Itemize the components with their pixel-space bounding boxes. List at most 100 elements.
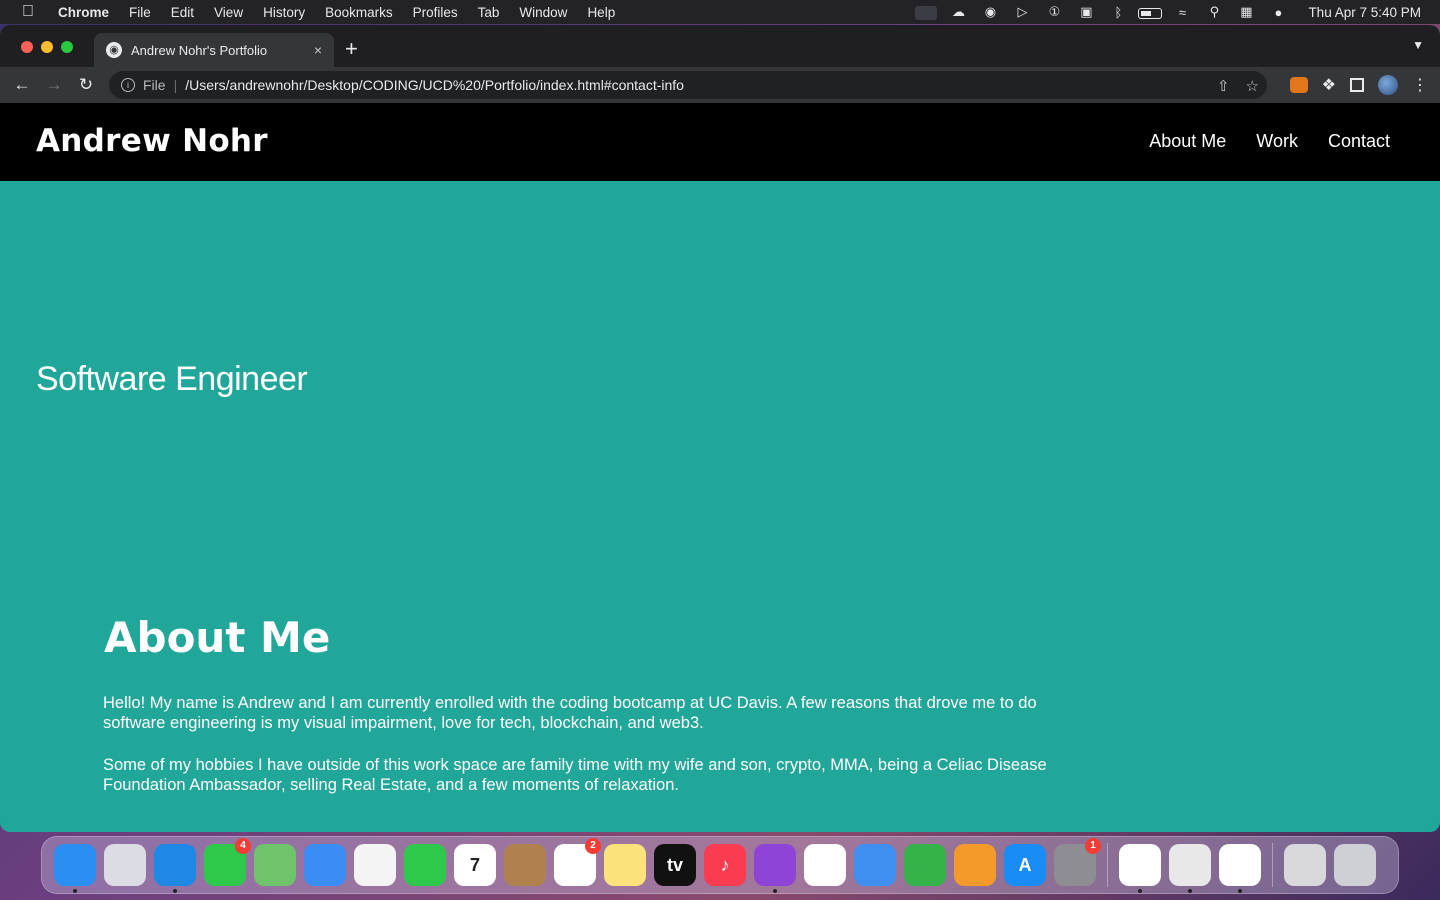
safari-icon[interactable]	[154, 844, 196, 893]
extensions-area: ❖ ⋮	[1289, 75, 1428, 95]
calendar-icon[interactable]: 7	[454, 844, 496, 886]
menu-edit[interactable]: Edit	[161, 5, 204, 20]
system-preferences-icon[interactable]: 1	[1054, 838, 1101, 886]
wifi-icon[interactable]: ≈	[1166, 5, 1198, 20]
scheme-separator: |	[173, 77, 178, 93]
about-paragraph-1: Hello! My name is Andrew and I am curren…	[103, 694, 1037, 732]
close-window-button[interactable]	[21, 41, 33, 53]
siri-icon[interactable]: ●	[1262, 5, 1294, 20]
spotify-icon[interactable]: ◉	[974, 4, 1006, 20]
tab-title: Andrew Nohr's Portfolio	[131, 42, 268, 58]
menu-window[interactable]: Window	[509, 5, 577, 20]
contacts-icon[interactable]	[504, 844, 546, 886]
chrome-window: ◉ Andrew Nohr's Portfolio × + ▼ ← → ↻ i …	[0, 25, 1440, 832]
minimize-window-button[interactable]	[41, 41, 53, 53]
omnibox-actions: ⇧ ☆	[1217, 77, 1259, 95]
more-menu-icon[interactable]: ⋮	[1412, 75, 1428, 95]
calendar-label: 7	[469, 854, 480, 875]
play-icon[interactable]: ▷	[1006, 4, 1038, 20]
hero-title: Software Engineer	[36, 360, 308, 398]
numbers-icon[interactable]	[904, 844, 946, 886]
creative-cloud-icon[interactable]: ☁	[942, 4, 974, 20]
scheme-label: File	[143, 77, 166, 93]
nav-work-link[interactable]: Work	[1256, 131, 1298, 152]
address-bar[interactable]: i File | /Users/andrewnohr/Desktop/CODIN…	[109, 71, 1267, 99]
macos-dock: 4 7 2 tv ♪ A 1	[41, 836, 1399, 894]
about-heading: About Me	[104, 613, 331, 662]
tv-icon[interactable]: tv	[654, 844, 696, 886]
running-indicator	[73, 889, 77, 893]
facetime-icon[interactable]	[404, 844, 446, 886]
maps-icon[interactable]	[254, 844, 296, 886]
menu-file[interactable]: File	[119, 5, 161, 20]
menu-profiles[interactable]: Profiles	[403, 5, 468, 20]
tab-search-chevron-icon[interactable]: ▼	[1412, 38, 1424, 52]
back-arrow-icon[interactable]: ←	[6, 75, 38, 95]
metamask-fox-icon[interactable]	[1289, 77, 1308, 93]
url-text[interactable]: /Users/andrewnohr/Desktop/CODING/UCD%20/…	[185, 77, 684, 93]
music-icon[interactable]: ♪	[704, 844, 746, 886]
mail-icon[interactable]	[304, 844, 346, 886]
screen-record-icon[interactable]	[910, 4, 942, 20]
apple-menu-icon[interactable]: 	[0, 3, 56, 21]
dock-separator	[1107, 843, 1108, 887]
menu-app-chrome[interactable]: Chrome	[56, 5, 119, 20]
spotlight-search-icon[interactable]: ⚲	[1198, 4, 1230, 20]
extensions-puzzle-icon[interactable]: ❖	[1322, 75, 1336, 95]
status-area: ☁ ◉ ▷ ① ▣ ᛒ ≈ ⚲ ▦ ● Thu Apr 7 5:40 PM	[910, 0, 1440, 24]
vscode-icon[interactable]	[1219, 844, 1261, 893]
notes-icon[interactable]	[604, 844, 646, 886]
browser-toolbar: ← → ↻ i File | /Users/andrewnohr/Desktop…	[0, 67, 1440, 103]
menu-view[interactable]: View	[204, 5, 253, 20]
site-brand[interactable]: Andrew Nohr	[36, 123, 268, 159]
notification-badge: 2	[585, 838, 601, 854]
keynote-icon[interactable]	[854, 844, 896, 886]
battery-icon[interactable]	[1134, 5, 1166, 20]
new-tab-button[interactable]: +	[345, 37, 358, 61]
menu-tab[interactable]: Tab	[468, 5, 510, 20]
one-password-icon[interactable]: ①	[1038, 4, 1070, 20]
tab-close-icon[interactable]: ×	[314, 42, 322, 58]
running-indicator	[1238, 889, 1242, 893]
running-indicator	[1188, 889, 1192, 893]
control-center-icon[interactable]: ▦	[1230, 4, 1262, 20]
bookmark-star-icon[interactable]: ☆	[1246, 77, 1259, 95]
photos-icon[interactable]	[354, 844, 396, 886]
reminders-icon[interactable]: 2	[554, 838, 601, 886]
chrome-icon[interactable]	[1169, 844, 1211, 893]
launchpad-icon[interactable]	[104, 844, 146, 886]
messages-icon[interactable]: 4	[204, 838, 251, 886]
docs-folder-icon[interactable]	[1284, 844, 1326, 886]
menu-history[interactable]: History	[253, 5, 315, 20]
running-indicator	[173, 889, 177, 893]
profile-avatar-icon[interactable]	[1378, 75, 1398, 95]
app-store-icon[interactable]: A	[1004, 844, 1046, 886]
finder-icon[interactable]	[54, 844, 96, 893]
nav-contact-link[interactable]: Contact	[1328, 131, 1390, 152]
side-panel-icon[interactable]	[1350, 78, 1364, 92]
forward-arrow-icon[interactable]: →	[38, 75, 70, 95]
fullscreen-window-button[interactable]	[61, 41, 73, 53]
site-header: Andrew Nohr About Me Work Contact	[0, 103, 1440, 181]
menu-help[interactable]: Help	[577, 5, 625, 20]
reload-icon[interactable]: ↻	[70, 75, 102, 95]
share-icon[interactable]: ⇧	[1217, 77, 1230, 95]
running-indicator	[1138, 889, 1142, 893]
dock-separator	[1272, 843, 1273, 887]
display-icon[interactable]: ▣	[1070, 4, 1102, 20]
slack-icon[interactable]	[1119, 844, 1161, 893]
globe-icon: ◉	[106, 42, 122, 58]
tab-portfolio[interactable]: ◉ Andrew Nohr's Portfolio ×	[94, 33, 334, 67]
trash-icon[interactable]	[1334, 844, 1376, 886]
menubar-clock[interactable]: Thu Apr 7 5:40 PM	[1294, 5, 1440, 20]
pages-icon[interactable]	[954, 844, 996, 886]
news-icon[interactable]	[804, 844, 846, 886]
nav-about-me-link[interactable]: About Me	[1149, 131, 1226, 152]
notification-badge: 1	[1085, 838, 1101, 854]
podcasts-icon[interactable]	[754, 844, 796, 893]
about-paragraph-2: Some of my hobbies I have outside of thi…	[103, 756, 1047, 794]
menu-bookmarks[interactable]: Bookmarks	[315, 5, 403, 20]
info-icon[interactable]: i	[121, 78, 135, 92]
bluetooth-icon[interactable]: ᛒ	[1102, 5, 1134, 20]
window-controls	[21, 41, 73, 53]
